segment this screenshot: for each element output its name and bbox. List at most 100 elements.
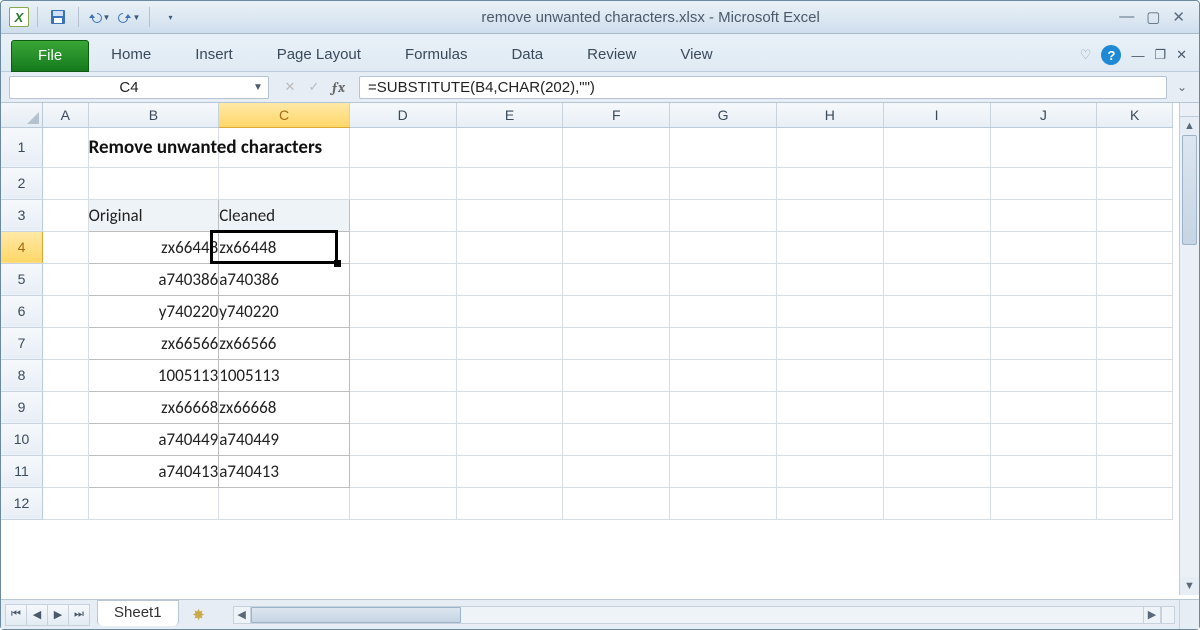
cell-J10[interactable] <box>990 423 1097 455</box>
file-tab[interactable]: File <box>11 40 89 72</box>
prev-sheet-button[interactable]: ◀ <box>26 604 48 626</box>
cell-G5[interactable] <box>670 263 777 295</box>
cell-I2[interactable] <box>883 167 990 199</box>
cell-E9[interactable] <box>456 391 563 423</box>
cell-I1[interactable] <box>883 127 990 167</box>
horizontal-split-handle[interactable] <box>1161 606 1175 624</box>
cell-K10[interactable] <box>1097 423 1173 455</box>
row-header-4[interactable]: 4 <box>1 231 42 263</box>
cell-J5[interactable] <box>990 263 1097 295</box>
cell-H1[interactable] <box>776 127 883 167</box>
cell-A5[interactable] <box>42 263 88 295</box>
cell-J3[interactable] <box>990 199 1097 231</box>
workbook-restore-button[interactable]: ❐ <box>1154 47 1166 63</box>
cell-D4[interactable] <box>349 231 456 263</box>
cell-K11[interactable] <box>1097 455 1173 487</box>
cell-K2[interactable] <box>1097 167 1173 199</box>
cell-C6[interactable]: y740220 <box>219 295 350 327</box>
cell-I11[interactable] <box>883 455 990 487</box>
cell-J4[interactable] <box>990 231 1097 263</box>
cell-F4[interactable] <box>563 231 670 263</box>
cell-B5[interactable]: a740386 <box>88 263 219 295</box>
cell-E7[interactable] <box>456 327 563 359</box>
cell-D8[interactable] <box>349 359 456 391</box>
help-button[interactable]: ? <box>1101 45 1121 65</box>
cell-J11[interactable] <box>990 455 1097 487</box>
cell-B9[interactable]: zx66668 <box>88 391 219 423</box>
cell-H4[interactable] <box>776 231 883 263</box>
cell-D5[interactable] <box>349 263 456 295</box>
cell-K12[interactable] <box>1097 487 1173 519</box>
column-header-H[interactable]: H <box>776 103 883 127</box>
column-header-D[interactable]: D <box>349 103 456 127</box>
row-header-8[interactable]: 8 <box>1 359 42 391</box>
cell-D6[interactable] <box>349 295 456 327</box>
cell-F6[interactable] <box>563 295 670 327</box>
cell-C10[interactable]: a740449 <box>219 423 350 455</box>
vertical-split-handle[interactable] <box>1180 103 1199 117</box>
sheet-tab-sheet1[interactable]: Sheet1 <box>97 600 179 626</box>
cell-B6[interactable]: y740220 <box>88 295 219 327</box>
scroll-right-button[interactable]: ▶ <box>1143 606 1161 624</box>
cell-I9[interactable] <box>883 391 990 423</box>
tab-page-layout[interactable]: Page Layout <box>255 39 383 71</box>
cell-K5[interactable] <box>1097 263 1173 295</box>
cell-E12[interactable] <box>456 487 563 519</box>
cell-G1[interactable] <box>670 127 777 167</box>
cell-G6[interactable] <box>670 295 777 327</box>
cell-B12[interactable] <box>88 487 219 519</box>
cell-H7[interactable] <box>776 327 883 359</box>
cell-G9[interactable] <box>670 391 777 423</box>
cell-F10[interactable] <box>563 423 670 455</box>
cell-B4[interactable]: zx66448 <box>88 231 219 263</box>
cell-C12[interactable] <box>219 487 350 519</box>
first-sheet-button[interactable]: ⏮ <box>5 604 27 626</box>
cancel-formula-button[interactable]: ✕ <box>279 76 301 98</box>
cell-F8[interactable] <box>563 359 670 391</box>
cell-E6[interactable] <box>456 295 563 327</box>
cell-C8[interactable]: 1005113 <box>219 359 350 391</box>
cell-C9[interactable]: zx66668 <box>219 391 350 423</box>
enter-formula-button[interactable]: ✓ <box>303 76 325 98</box>
cell-G11[interactable] <box>670 455 777 487</box>
hscroll-track[interactable] <box>250 606 1144 624</box>
cell-A8[interactable] <box>42 359 88 391</box>
column-header-C[interactable]: C <box>219 103 350 127</box>
cell-J2[interactable] <box>990 167 1097 199</box>
select-all-corner[interactable] <box>1 103 42 127</box>
spreadsheet-grid[interactable]: ABCDEFGHIJK1Remove unwanted characters23… <box>1 103 1173 520</box>
cell-H9[interactable] <box>776 391 883 423</box>
cell-J8[interactable] <box>990 359 1097 391</box>
cell-F5[interactable] <box>563 263 670 295</box>
cell-K7[interactable] <box>1097 327 1173 359</box>
cell-G3[interactable] <box>670 199 777 231</box>
cell-E11[interactable] <box>456 455 563 487</box>
cell-F11[interactable] <box>563 455 670 487</box>
cell-J7[interactable] <box>990 327 1097 359</box>
cell-F12[interactable] <box>563 487 670 519</box>
minimize-button[interactable]: ― <box>1119 8 1134 26</box>
cell-B2[interactable] <box>88 167 219 199</box>
cell-A3[interactable] <box>42 199 88 231</box>
cell-A10[interactable] <box>42 423 88 455</box>
tab-insert[interactable]: Insert <box>173 39 255 71</box>
column-header-E[interactable]: E <box>456 103 563 127</box>
cell-I12[interactable] <box>883 487 990 519</box>
cell-A7[interactable] <box>42 327 88 359</box>
cell-G10[interactable] <box>670 423 777 455</box>
row-header-7[interactable]: 7 <box>1 327 42 359</box>
name-box[interactable]: ▼ <box>9 76 269 99</box>
cell-B11[interactable]: a740413 <box>88 455 219 487</box>
cell-C3[interactable]: Cleaned <box>219 199 350 231</box>
cell-J1[interactable] <box>990 127 1097 167</box>
save-button[interactable] <box>46 6 70 28</box>
cell-D11[interactable] <box>349 455 456 487</box>
cell-K1[interactable] <box>1097 127 1173 167</box>
cell-C2[interactable] <box>219 167 350 199</box>
cell-G7[interactable] <box>670 327 777 359</box>
cell-C7[interactable]: zx66566 <box>219 327 350 359</box>
column-header-J[interactable]: J <box>990 103 1097 127</box>
cell-H10[interactable] <box>776 423 883 455</box>
cell-H12[interactable] <box>776 487 883 519</box>
cell-B10[interactable]: a740449 <box>88 423 219 455</box>
